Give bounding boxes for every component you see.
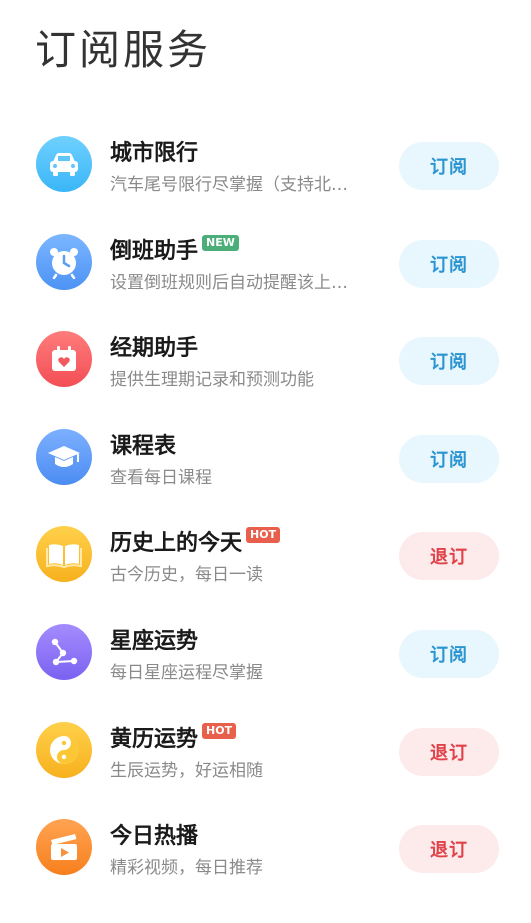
item-subtitle: 古今历史，每日一读 <box>110 565 263 586</box>
item-subtitle: 查看每日课程 <box>110 467 212 488</box>
item-subtitle: 设置倒班规则后自动提醒该上… <box>110 272 348 293</box>
subscribe-button[interactable]: 订阅 <box>399 337 499 386</box>
new-badge: NEW <box>202 234 239 251</box>
calendar-heart-icon <box>36 331 92 388</box>
unsubscribe-button[interactable]: 退订 <box>399 532 499 581</box>
item-subtitle: 精彩视频，每日推荐 <box>110 858 263 879</box>
open-book-icon <box>36 526 92 583</box>
item-subtitle: 提供生理期记录和预测功能 <box>110 370 314 391</box>
page-title: 订阅服务 <box>35 26 211 74</box>
item-subtitle: 生辰运势，好运相随 <box>110 760 263 781</box>
item-subtitle: 汽车尾号限行尽掌握（支持北… <box>110 175 348 195</box>
alarm-clock-icon <box>36 233 92 290</box>
list-item-city-restriction: 城市限行 汽车尾号限行尽掌握（支持北… 订阅 <box>0 114 531 212</box>
item-title: 倒班助手 <box>110 238 199 264</box>
subscribe-button[interactable]: 订阅 <box>399 142 499 190</box>
graduation-cap-icon <box>36 428 92 485</box>
yin-yang-icon <box>36 721 92 778</box>
video-clapper-icon <box>36 819 92 876</box>
list-item-timetable: 课程表 查看每日课程 订阅 <box>0 407 531 505</box>
item-title: 今日热播 <box>110 824 199 850</box>
list-item-almanac: 黄历运势 HOT 生辰运势，好运相随 退订 <box>0 700 531 798</box>
list-item-today-in-history: 历史上的今天 HOT 古今历史，每日一读 退订 <box>0 504 531 602</box>
list-item-horoscope: 星座运势 每日星座运程尽掌握 订阅 <box>0 602 531 700</box>
item-title: 历史上的今天 <box>110 531 243 557</box>
hot-badge: HOT <box>202 722 237 739</box>
car-icon <box>36 136 92 192</box>
item-title: 课程表 <box>110 433 177 459</box>
item-title: 城市限行 <box>110 141 199 166</box>
subscribe-button[interactable]: 订阅 <box>399 629 499 678</box>
list-item-shift-assistant: 倒班助手 NEW 设置倒班规则后自动提醒该上… 订阅 <box>0 212 531 310</box>
item-title: 星座运势 <box>110 628 199 654</box>
item-title: 经期助手 <box>110 336 199 362</box>
item-subtitle: 每日星座运程尽掌握 <box>110 662 263 683</box>
subscribe-button[interactable]: 订阅 <box>399 434 499 483</box>
subscribe-button[interactable]: 订阅 <box>399 239 499 288</box>
unsubscribe-button[interactable]: 退订 <box>399 825 499 874</box>
unsubscribe-button[interactable]: 退订 <box>399 727 499 776</box>
list-item-period-assistant: 经期助手 提供生理期记录和预测功能 订阅 <box>0 309 531 407</box>
item-title: 黄历运势 <box>110 726 199 752</box>
constellation-icon <box>36 623 92 680</box>
subscription-list: 城市限行 汽车尾号限行尽掌握（支持北… 订阅 倒班助手 NEW 设置倒班规则后自… <box>0 114 531 895</box>
list-item-trending-videos: 今日热播 精彩视频，每日推荐 退订 <box>0 797 531 895</box>
hot-badge: HOT <box>246 527 281 544</box>
